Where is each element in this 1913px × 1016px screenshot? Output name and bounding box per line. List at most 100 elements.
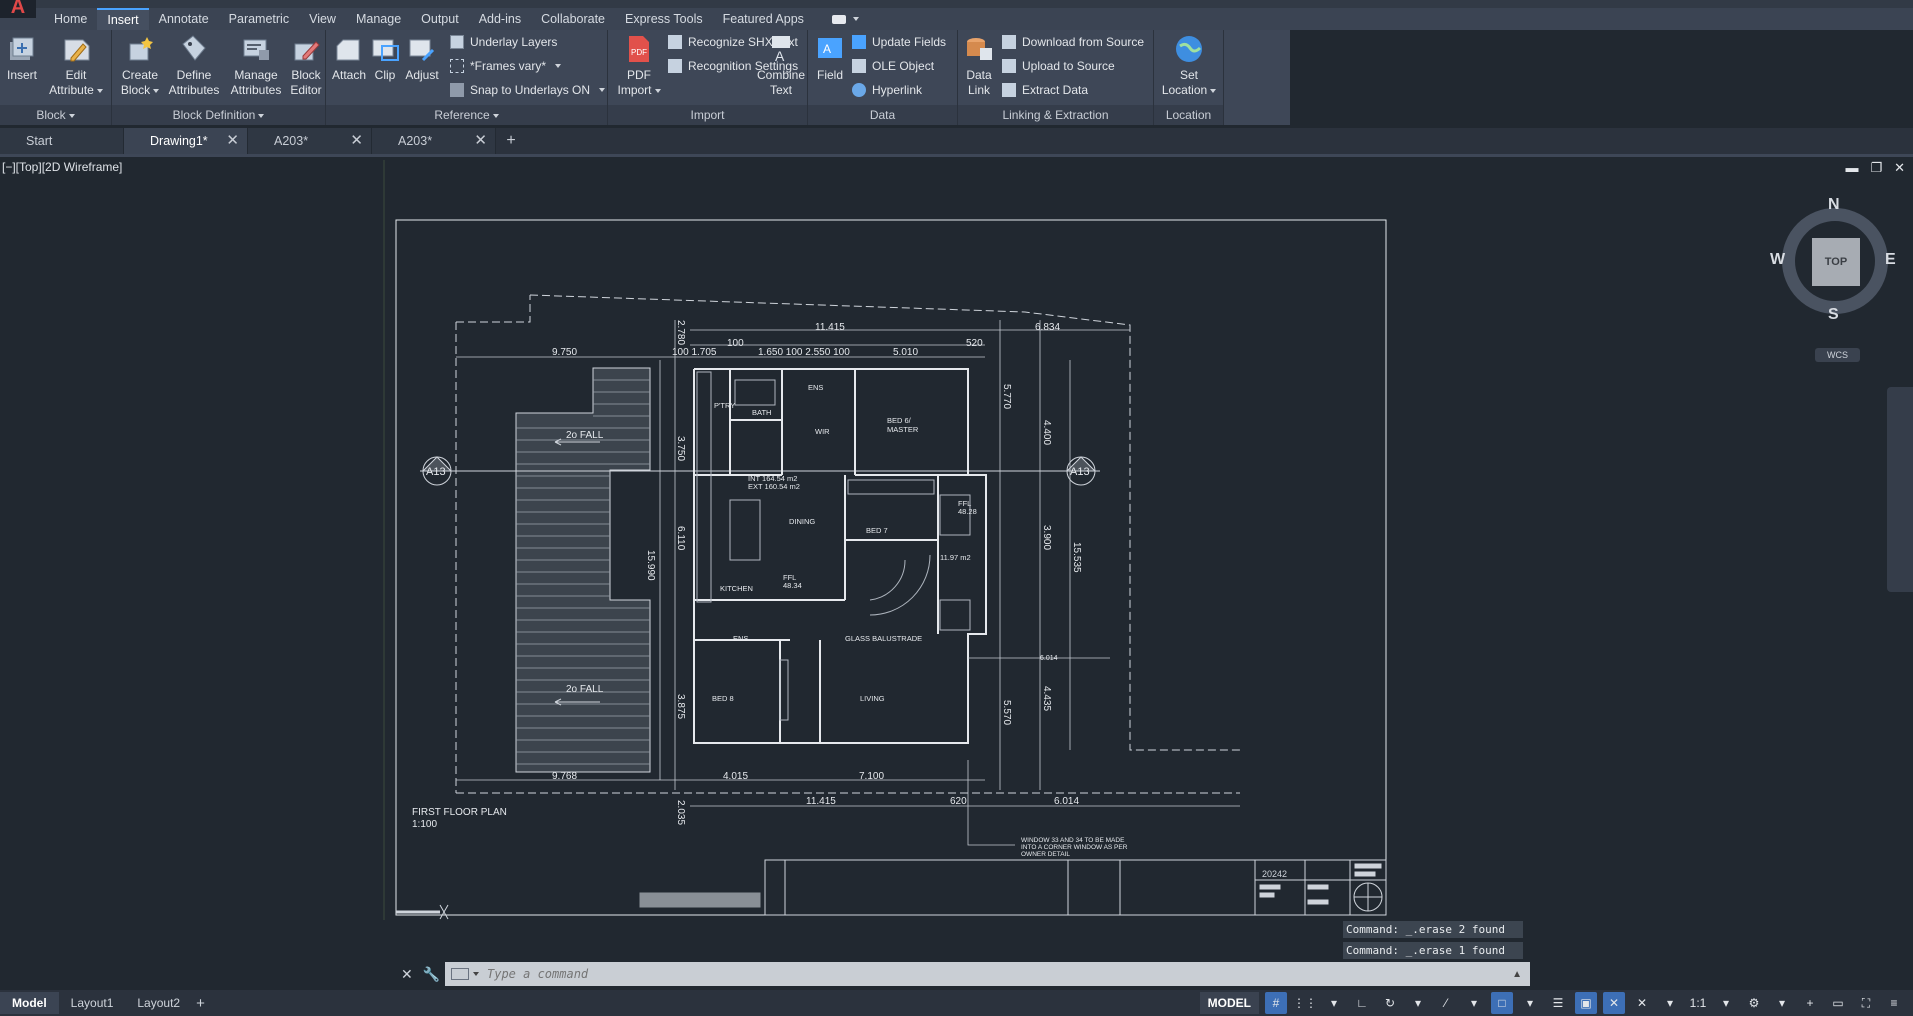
tab-manage[interactable]: Manage <box>346 8 411 30</box>
compass-west[interactable]: W <box>1770 251 1785 269</box>
chevron-down-icon[interactable]: ▾ <box>1519 992 1541 1014</box>
field-button[interactable]: A Field <box>810 33 850 83</box>
lineweight-icon[interactable]: ☰ <box>1547 992 1569 1014</box>
chevron-down-icon[interactable]: ▾ <box>1323 992 1345 1014</box>
insert-button[interactable]: Insert <box>4 33 40 83</box>
combine-text-button[interactable]: A Combine Text <box>756 33 806 98</box>
panel-data-title: Data <box>808 105 957 125</box>
update-fields-button[interactable]: Update Fields <box>852 35 946 49</box>
ribbon-options-button[interactable] <box>831 8 859 30</box>
compass-east[interactable]: E <box>1885 251 1896 269</box>
tab-output[interactable]: Output <box>411 8 469 30</box>
doc-tab-drawing1[interactable]: Drawing1* ✕ <box>124 128 248 154</box>
plus-icon[interactable]: + <box>1799 992 1821 1014</box>
dim-left-2780: 2.780 <box>675 320 686 345</box>
adjust-button[interactable]: Adjust <box>402 33 442 83</box>
layout-tab-layout1[interactable]: Layout1 <box>59 992 126 1014</box>
layout-tab-model[interactable]: Model <box>0 992 59 1014</box>
new-tab-button[interactable]: + <box>496 128 526 154</box>
chevron-down-icon[interactable]: ▾ <box>1407 992 1429 1014</box>
pdf-import-button[interactable]: PDF PDF Import <box>614 33 664 98</box>
download-from-source-button[interactable]: Download from Source <box>1002 35 1144 49</box>
tab-view[interactable]: View <box>299 8 346 30</box>
dim-seg-5010: 5.010 <box>893 347 918 358</box>
define-attributes-button[interactable]: Define Attributes <box>164 33 224 98</box>
attach-button[interactable]: Attach <box>330 33 368 83</box>
hardware-acceleration-icon[interactable]: ▭ <box>1827 992 1849 1014</box>
customize-icon[interactable]: ≡ <box>1883 992 1905 1014</box>
close-icon[interactable]: ✕ <box>350 128 363 154</box>
tab-express-tools[interactable]: Express Tools <box>615 8 713 30</box>
command-line[interactable]: ▲ <box>445 962 1530 986</box>
chevron-down-icon <box>852 17 859 21</box>
layout-tab-layout2[interactable]: Layout2 <box>125 992 192 1014</box>
panel-reference-title[interactable]: Reference <box>326 105 607 125</box>
tab-home[interactable]: Home <box>44 8 97 30</box>
clean-screen-icon[interactable]: ⛶ <box>1855 992 1877 1014</box>
close-icon[interactable]: ✕ <box>401 966 413 983</box>
chevron-down-icon[interactable]: ▾ <box>1463 992 1485 1014</box>
underlay-layers-button[interactable]: Underlay Layers <box>450 35 557 49</box>
viewcube[interactable]: TOP N S E W <box>1770 196 1900 326</box>
object-snap-icon[interactable]: □ <box>1491 992 1513 1014</box>
tab-featured-apps[interactable]: Featured Apps <box>713 8 814 30</box>
model-space-button[interactable]: MODEL <box>1199 992 1259 1014</box>
wrench-icon[interactable]: 🔧 <box>423 966 440 983</box>
auto-scale-icon[interactable]: ✕ <box>1631 992 1653 1014</box>
annotation-scale-dropdown[interactable]: 1:1 <box>1687 992 1709 1014</box>
chevron-down-icon[interactable] <box>473 972 479 976</box>
chevron-down-icon[interactable]: ▾ <box>1771 992 1793 1014</box>
data-link-button[interactable]: Data Link <box>960 33 998 98</box>
snap-icon[interactable]: ⋮⋮ <box>1293 992 1317 1014</box>
hyperlink-button[interactable]: Hyperlink <box>852 83 922 97</box>
polar-icon[interactable]: ↻ <box>1379 992 1401 1014</box>
panel-block-title[interactable]: Block <box>0 105 111 125</box>
ortho-icon[interactable]: ∟ <box>1351 992 1373 1014</box>
wcs-menu[interactable]: WCS <box>1815 348 1860 362</box>
pdf-icon: PDF <box>623 33 655 65</box>
annotation-visibility-icon[interactable]: ✕ <box>1603 992 1625 1014</box>
chevron-up-icon[interactable]: ▲ <box>1512 969 1522 980</box>
close-icon[interactable]: ✕ <box>226 128 239 154</box>
viewcube-top-face[interactable]: TOP <box>1812 238 1860 286</box>
panel-block-definition-title[interactable]: Block Definition <box>112 105 325 125</box>
drawing-title: FIRST FLOOR PLAN <box>412 807 507 818</box>
navigation-bar[interactable] <box>1887 387 1913 592</box>
close-icon[interactable]: ✕ <box>474 128 487 154</box>
tab-collaborate[interactable]: Collaborate <box>531 8 615 30</box>
floor-plan-drawing[interactable]: 20242 2o FALL 2o FALL A13 A13 11.415 6.8… <box>0 157 1913 927</box>
frames-vary-dropdown[interactable]: *Frames vary* <box>450 59 562 73</box>
selection-cycling-icon[interactable]: ▣ <box>1575 992 1597 1014</box>
snap-to-underlays-dropdown[interactable]: Snap to Underlays ON <box>450 83 606 97</box>
clip-button[interactable]: Clip <box>368 33 402 83</box>
tab-insert[interactable]: Insert <box>97 8 149 30</box>
manage-attributes-label-2: Attributes <box>230 83 282 97</box>
doc-tab-a203-1[interactable]: A203* ✕ <box>248 128 372 154</box>
upload-to-source-button[interactable]: Upload to Source <box>1002 59 1115 73</box>
doc-tab-start[interactable]: Start <box>0 128 124 154</box>
command-input[interactable] <box>487 967 1513 981</box>
edit-attribute-button[interactable]: Edit Attribute <box>46 33 106 98</box>
tab-parametric[interactable]: Parametric <box>219 8 299 30</box>
compass-south[interactable]: S <box>1828 306 1839 324</box>
manage-attributes-button[interactable]: Manage Attributes <box>226 33 286 98</box>
drawing-viewport[interactable]: [−][Top][2D Wireframe] ▬ ❐ ✕ 20242 2o FA… <box>0 157 1913 927</box>
tab-annotate[interactable]: Annotate <box>149 8 219 30</box>
isodraft-icon[interactable]: ⁄ <box>1435 992 1457 1014</box>
chevron-down-icon[interactable]: ▾ <box>1715 992 1737 1014</box>
doc-tab-a203-2[interactable]: A203* ✕ <box>372 128 496 154</box>
extract-data-button[interactable]: Extract Data <box>1002 83 1088 97</box>
gear-icon[interactable]: ⚙ <box>1743 992 1765 1014</box>
create-block-button[interactable]: Create Block <box>118 33 162 98</box>
ole-object-button[interactable]: OLE Object <box>852 59 934 73</box>
field-label: Field <box>816 68 843 82</box>
app-logo[interactable]: A <box>0 0 36 18</box>
keyboard-icon[interactable] <box>451 968 469 980</box>
chevron-down-icon[interactable]: ▾ <box>1659 992 1681 1014</box>
set-location-button[interactable]: Set Location <box>1160 33 1218 98</box>
block-editor-button[interactable]: Block Editor <box>286 33 326 98</box>
add-layout-button[interactable]: + <box>196 995 205 1012</box>
compass-north[interactable]: N <box>1828 196 1840 214</box>
grid-icon[interactable]: # <box>1265 992 1287 1014</box>
tab-add-ins[interactable]: Add-ins <box>469 8 531 30</box>
